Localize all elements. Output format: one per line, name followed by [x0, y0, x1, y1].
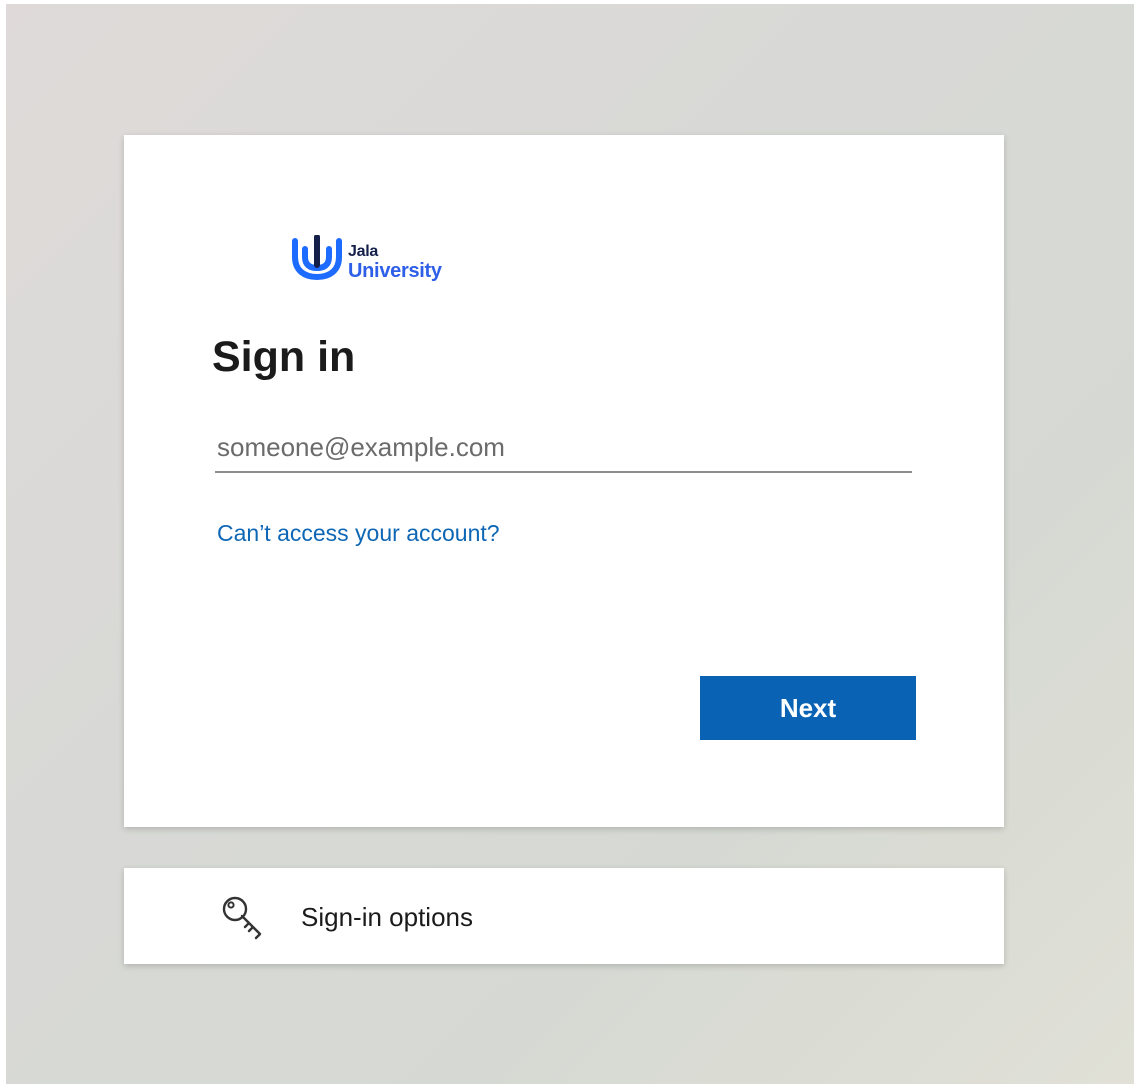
- logo-text-university: University: [348, 260, 442, 282]
- email-field[interactable]: [215, 423, 912, 473]
- jala-university-logo: Jala University: [291, 235, 491, 285]
- key-icon: [222, 896, 262, 940]
- logo-text-jala: Jala: [348, 243, 378, 260]
- signin-options-label: Sign-in options: [301, 902, 473, 932]
- cant-access-account-link[interactable]: Can’t access your account?: [217, 518, 500, 548]
- window-edge-top: [0, 0, 1134, 4]
- signin-options-button[interactable]: Sign-in options: [124, 868, 1004, 964]
- signin-card: Jala University Sign in Can’t access you…: [124, 135, 1004, 827]
- next-button[interactable]: Next: [700, 676, 916, 740]
- page-title: Sign in: [212, 333, 356, 381]
- window-edge-left: [0, 0, 6, 1084]
- jala-u-logo-icon: [292, 235, 342, 281]
